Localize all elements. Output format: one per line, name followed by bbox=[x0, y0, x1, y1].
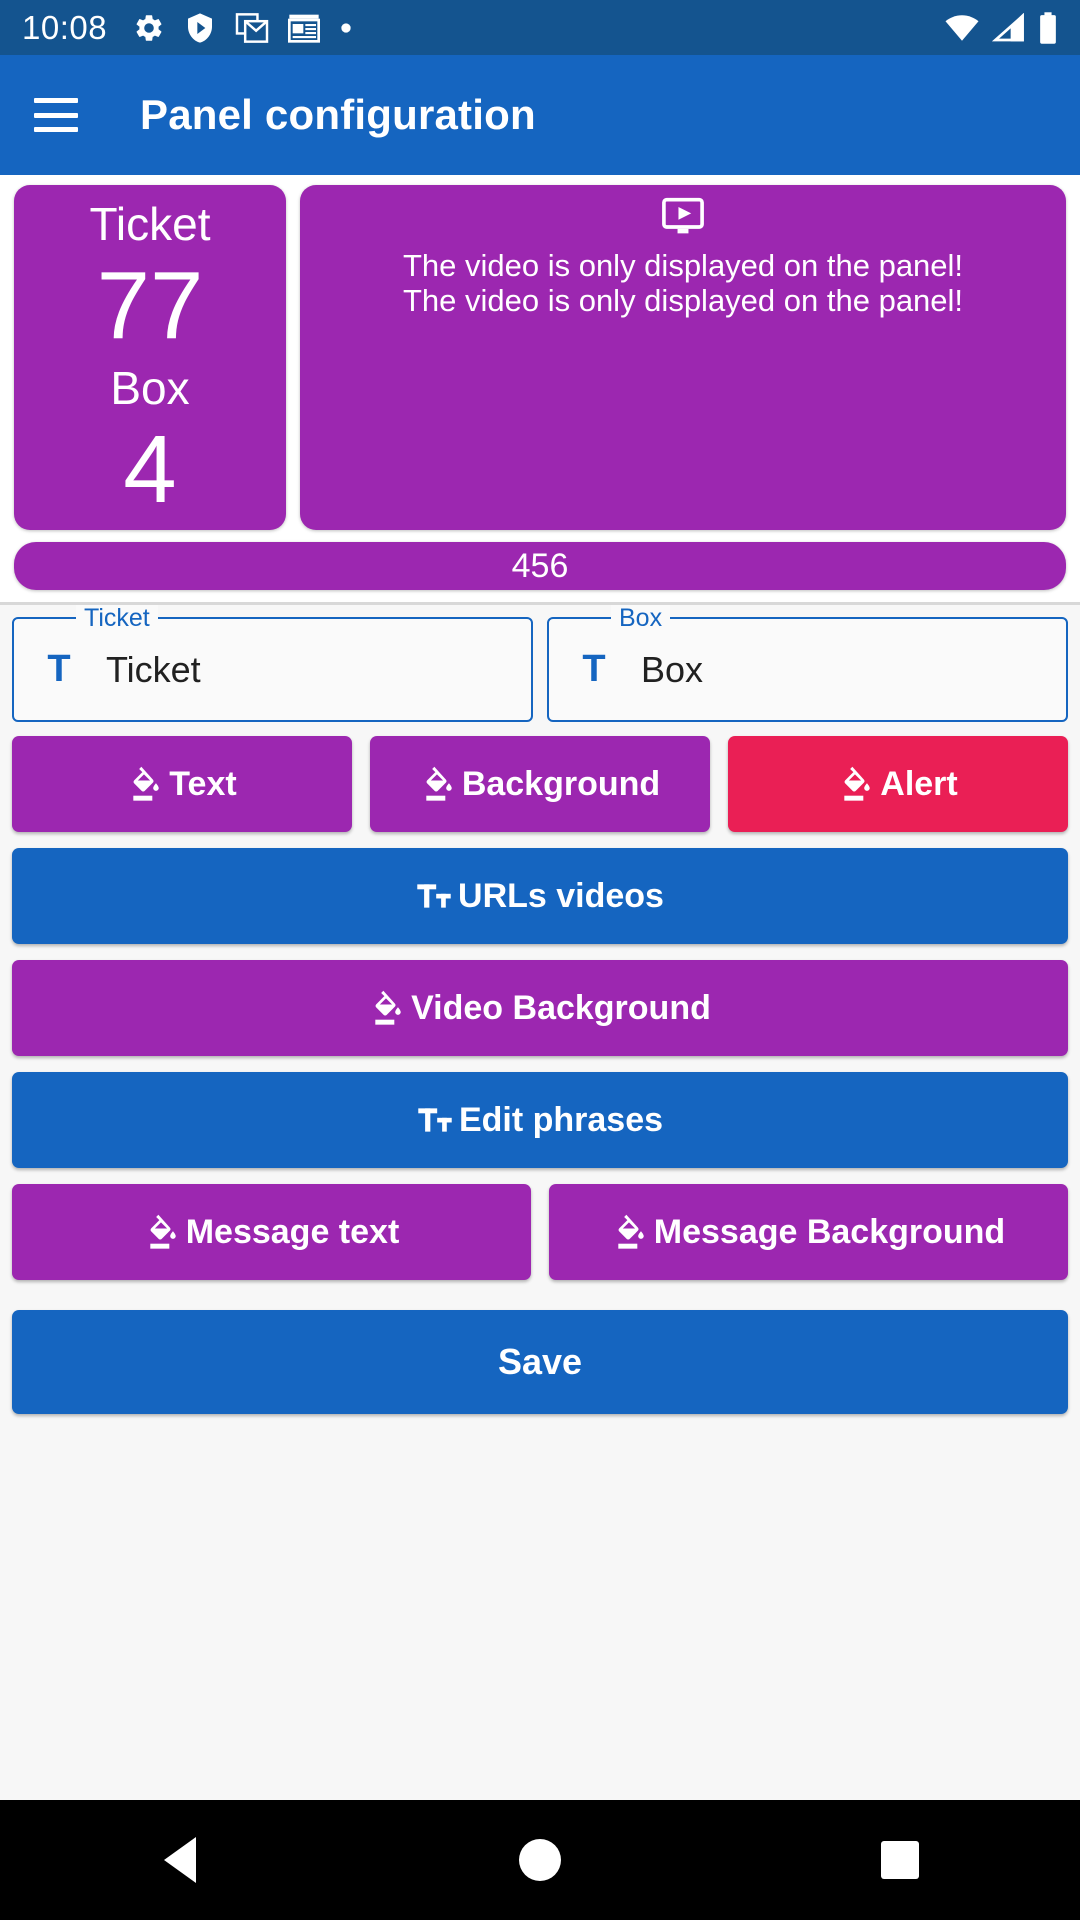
ticket-field-legend: Ticket bbox=[76, 605, 158, 631]
message-text-button[interactable]: Message text bbox=[12, 1184, 531, 1280]
color-buttons-row: Text Background Alert bbox=[12, 736, 1068, 832]
background-color-button-label: Background bbox=[461, 765, 661, 803]
preview-box-value: 4 bbox=[123, 416, 177, 523]
text-fields-icon bbox=[417, 1104, 453, 1136]
preview-video-line-2: The video is only displayed on the panel… bbox=[402, 283, 964, 318]
urls-videos-button-label: URLs videos bbox=[458, 877, 664, 915]
preview-cards-row: Ticket 77 Box 4 The video is only displa… bbox=[14, 185, 1066, 530]
gear-icon bbox=[136, 14, 162, 41]
format-color-fill-icon bbox=[612, 1213, 648, 1251]
format-color-fill-icon bbox=[144, 1213, 180, 1251]
preview-video-line-1: The video is only displayed on the panel… bbox=[402, 248, 964, 283]
format-color-fill-icon bbox=[838, 765, 874, 803]
nav-recents-button[interactable] bbox=[840, 1800, 960, 1920]
save-row: Save bbox=[12, 1310, 1068, 1414]
back-triangle-icon bbox=[164, 1837, 196, 1883]
status-notification-icons bbox=[133, 12, 353, 44]
status-bar: 10:08 bbox=[0, 0, 1080, 55]
video-background-row: Video Background bbox=[12, 960, 1068, 1056]
format-color-fill-icon bbox=[420, 765, 456, 803]
background-color-button[interactable]: Background bbox=[370, 736, 710, 832]
news-calendar-icon bbox=[288, 14, 321, 43]
text-color-button[interactable]: Text bbox=[12, 736, 352, 832]
status-system-icons bbox=[944, 11, 1058, 44]
ticket-field-value: Ticket bbox=[106, 648, 201, 690]
video-background-button-label: Video Background bbox=[411, 989, 711, 1027]
panel-preview: Ticket 77 Box 4 The video is only displa… bbox=[0, 175, 1080, 605]
cell-signal-icon bbox=[992, 12, 1024, 41]
nav-home-button[interactable] bbox=[480, 1800, 600, 1920]
format-color-fill-icon bbox=[127, 765, 163, 803]
home-circle-icon bbox=[519, 1839, 561, 1881]
gmail-icon bbox=[235, 12, 269, 43]
text-format-icon: T bbox=[47, 648, 71, 690]
dot-icon bbox=[341, 22, 351, 33]
preview-message-bar: 456 bbox=[14, 542, 1066, 590]
configuration-form: Ticket T Ticket Box T Box Text Backgroun… bbox=[0, 605, 1080, 1800]
hamburger-menu-icon[interactable] bbox=[34, 98, 78, 132]
box-field-value: Box bbox=[641, 648, 704, 690]
edit-phrases-button[interactable]: Edit phrases bbox=[12, 1072, 1068, 1168]
preview-ticket-card: Ticket 77 Box 4 bbox=[14, 185, 286, 530]
text-fields-row: Ticket T Ticket Box T Box bbox=[12, 605, 1068, 722]
preview-ticket-value: 77 bbox=[96, 252, 204, 359]
video-background-button[interactable]: Video Background bbox=[12, 960, 1068, 1056]
text-format-icon: T bbox=[582, 648, 606, 690]
battery-icon bbox=[1040, 11, 1056, 44]
message-text-button-label: Message text bbox=[185, 1213, 400, 1251]
preview-box-label: Box bbox=[110, 362, 190, 414]
alert-color-button[interactable]: Alert bbox=[728, 736, 1068, 832]
box-field[interactable]: Box T Box bbox=[547, 605, 1068, 722]
preview-message-text: 456 bbox=[511, 546, 569, 585]
edit-phrases-row: Edit phrases bbox=[12, 1072, 1068, 1168]
play-protect-shield-icon bbox=[188, 12, 213, 43]
preview-video-card: The video is only displayed on the panel… bbox=[300, 185, 1066, 530]
nav-back-button[interactable] bbox=[120, 1800, 240, 1920]
urls-videos-button[interactable]: URLs videos bbox=[12, 848, 1068, 944]
text-fields-icon bbox=[416, 880, 452, 912]
message-background-button-label: Message Background bbox=[653, 1213, 1006, 1251]
message-background-button[interactable]: Message Background bbox=[549, 1184, 1068, 1280]
system-navigation-bar bbox=[0, 1800, 1080, 1920]
save-button[interactable]: Save bbox=[12, 1310, 1068, 1414]
urls-videos-row: URLs videos bbox=[12, 848, 1068, 944]
page-title: Panel configuration bbox=[140, 91, 536, 138]
status-clock: 10:08 bbox=[22, 8, 108, 46]
message-buttons-row: Message text Message Background bbox=[12, 1184, 1068, 1280]
recents-square-icon bbox=[881, 1841, 919, 1879]
format-color-fill-icon bbox=[369, 989, 405, 1027]
ticket-field[interactable]: Ticket T Ticket bbox=[12, 605, 533, 722]
app-bar: Panel configuration bbox=[0, 55, 1080, 175]
alert-color-button-label: Alert bbox=[880, 765, 958, 803]
text-color-button-label: Text bbox=[169, 765, 237, 803]
ondemand-video-icon bbox=[661, 197, 705, 242]
box-field-legend: Box bbox=[611, 605, 671, 631]
preview-ticket-label: Ticket bbox=[89, 198, 211, 250]
wifi-icon bbox=[945, 14, 979, 41]
edit-phrases-button-label: Edit phrases bbox=[458, 1101, 664, 1139]
app-root: 10:08 Panel configuration Ticket 77 Box bbox=[0, 0, 1080, 1920]
